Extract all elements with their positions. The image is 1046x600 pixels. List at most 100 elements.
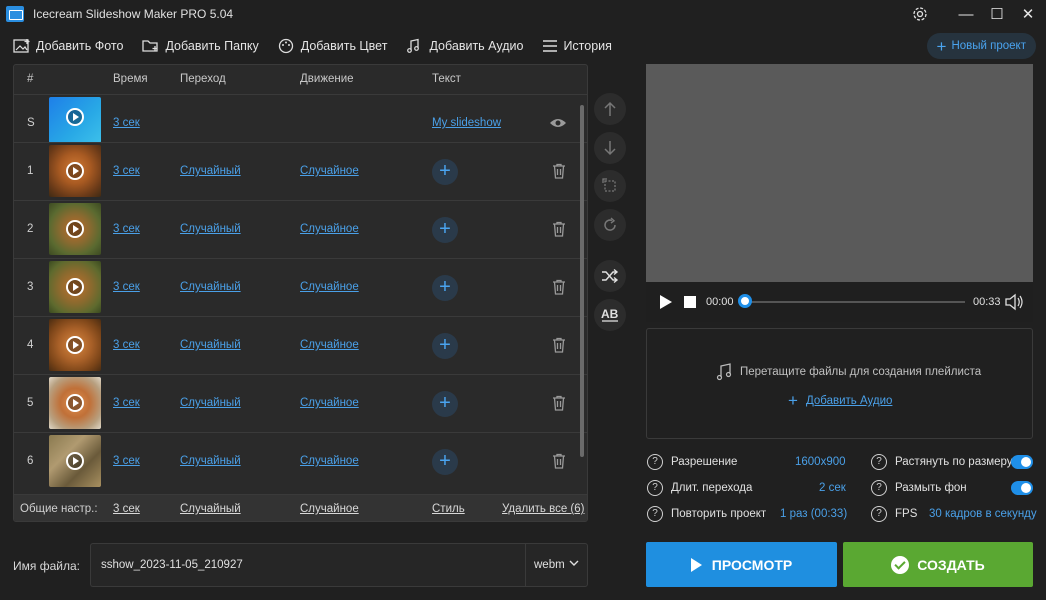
eye-icon[interactable]: [549, 117, 567, 129]
audio-dropzone[interactable]: Перетащите файлы для создания плейлиста …: [646, 328, 1033, 439]
motion-link[interactable]: Случайное: [300, 455, 359, 467]
photo-thumbnail[interactable]: [49, 435, 101, 487]
photo-thumbnail[interactable]: [49, 319, 101, 371]
common-transition-link[interactable]: Случайный: [180, 503, 241, 515]
volume-icon[interactable]: [1004, 293, 1024, 311]
blur-background-toggle[interactable]: [1011, 481, 1033, 495]
transition-duration-value[interactable]: 2 сек: [819, 482, 846, 494]
table-row[interactable]: 6 3 сек Случайный Случайное +: [14, 432, 587, 490]
help-icon[interactable]: ?: [647, 480, 663, 496]
move-down-button[interactable]: [594, 132, 626, 164]
preview-button[interactable]: ПРОСМОТР: [646, 542, 837, 587]
add-folder-button[interactable]: Добавить Папку: [136, 31, 264, 61]
add-audio-link[interactable]: + Добавить Аудио: [788, 391, 892, 411]
spell-check-button[interactable]: AB: [594, 299, 626, 331]
common-motion-link[interactable]: Случайное: [300, 503, 359, 515]
filename-input[interactable]: sshow_2023-11-05_210927: [90, 543, 526, 587]
help-icon[interactable]: ?: [871, 480, 887, 496]
play-icon: [66, 452, 84, 470]
shuffle-icon: [602, 268, 619, 284]
time-link[interactable]: 3 сек: [113, 165, 140, 177]
maximize-icon: ☐: [990, 6, 1004, 23]
transition-link[interactable]: Случайный: [180, 397, 241, 409]
motion-link[interactable]: Случайное: [300, 397, 359, 409]
dropzone-hint: Перетащите файлы для создания плейлиста: [740, 366, 982, 378]
add-photo-button[interactable]: Добавить Фото: [7, 31, 129, 61]
gear-icon[interactable]: [907, 2, 933, 26]
resolution-value[interactable]: 1600x900: [795, 456, 846, 468]
photo-thumbnail[interactable]: [49, 261, 101, 313]
help-icon[interactable]: ?: [647, 454, 663, 470]
add-text-button[interactable]: +: [432, 449, 458, 475]
delete-all-link[interactable]: Удалить все (6): [502, 503, 584, 515]
trash-icon[interactable]: [552, 453, 566, 469]
transition-link[interactable]: Случайный: [180, 455, 241, 467]
photo-thumbnail[interactable]: [49, 203, 101, 255]
create-button[interactable]: СОЗДАТЬ: [843, 542, 1033, 587]
minimize-button[interactable]: —: [953, 2, 979, 26]
crop-button[interactable]: [594, 170, 626, 202]
history-button[interactable]: История: [536, 31, 617, 61]
format-select[interactable]: webm: [525, 543, 588, 587]
add-text-button[interactable]: +: [432, 333, 458, 359]
motion-link[interactable]: Случайное: [300, 339, 359, 351]
trash-icon[interactable]: [552, 163, 566, 179]
table-row[interactable]: 2 3 сек Случайный Случайное +: [14, 200, 587, 258]
style-link[interactable]: Стиль: [432, 503, 465, 515]
filename-label: Имя файла:: [13, 559, 80, 573]
fps-value[interactable]: 30 кадров в секунду: [929, 508, 1037, 520]
motion-link[interactable]: Случайное: [300, 165, 359, 177]
photo-thumbnail[interactable]: [49, 145, 101, 197]
add-text-button[interactable]: +: [432, 159, 458, 185]
motion-link[interactable]: Случайное: [300, 281, 359, 293]
photo-thumbnail[interactable]: [49, 377, 101, 429]
transition-link[interactable]: Случайный: [180, 223, 241, 235]
time-link[interactable]: 3 сек: [113, 397, 140, 409]
help-icon[interactable]: ?: [647, 506, 663, 522]
stop-icon[interactable]: [684, 296, 696, 308]
table-scrollbar[interactable]: [580, 105, 584, 457]
trash-icon[interactable]: [552, 337, 566, 353]
time-link[interactable]: 3 сек: [113, 117, 140, 129]
help-icon[interactable]: ?: [871, 506, 887, 522]
trash-icon[interactable]: [552, 395, 566, 411]
stretch-toggle[interactable]: [1011, 455, 1033, 469]
add-audio-button[interactable]: Добавить Аудио: [400, 31, 529, 61]
add-folder-label: Добавить Папку: [165, 39, 259, 53]
transition-link[interactable]: Случайный: [180, 281, 241, 293]
play-icon[interactable]: [660, 295, 672, 309]
music-note-icon: [716, 363, 732, 381]
add-text-button[interactable]: +: [432, 391, 458, 417]
slides-table: # Время Переход Движение Текст S 3 сек M…: [13, 64, 588, 522]
repeat-value[interactable]: 1 раз (00:33): [780, 508, 847, 520]
table-row[interactable]: 4 3 сек Случайный Случайное +: [14, 316, 587, 374]
trash-icon[interactable]: [552, 221, 566, 237]
add-text-button[interactable]: +: [432, 217, 458, 243]
new-project-button[interactable]: + Новый проект: [926, 33, 1036, 59]
seek-knob[interactable]: [738, 294, 752, 308]
rotate-button[interactable]: [594, 209, 626, 241]
table-row[interactable]: 5 3 сек Случайный Случайное +: [14, 374, 587, 432]
slide-text-link[interactable]: My slideshow: [432, 117, 501, 129]
move-up-button[interactable]: [594, 93, 626, 125]
transition-link[interactable]: Случайный: [180, 339, 241, 351]
close-button[interactable]: ✕: [1015, 2, 1041, 26]
add-text-button[interactable]: +: [432, 275, 458, 301]
repeat-setting: ? Повторить проект 1 раз (00:33): [647, 506, 847, 524]
time-link[interactable]: 3 сек: [113, 339, 140, 351]
motion-link[interactable]: Случайное: [300, 223, 359, 235]
title-slide-thumbnail[interactable]: [49, 97, 101, 143]
shuffle-button[interactable]: [594, 260, 626, 292]
transition-link[interactable]: Случайный: [180, 165, 241, 177]
add-color-button[interactable]: Добавить Цвет: [272, 31, 394, 61]
table-row[interactable]: 1 3 сек Случайный Случайное +: [14, 142, 587, 200]
common-time-link[interactable]: 3 сек: [113, 503, 140, 515]
table-row[interactable]: 3 3 сек Случайный Случайное +: [14, 258, 587, 316]
time-link[interactable]: 3 сек: [113, 281, 140, 293]
help-icon[interactable]: ?: [871, 454, 887, 470]
time-link[interactable]: 3 сек: [113, 455, 140, 467]
maximize-button[interactable]: ☐: [984, 2, 1010, 26]
time-link[interactable]: 3 сек: [113, 223, 140, 235]
trash-icon[interactable]: [552, 279, 566, 295]
seek-track[interactable]: [745, 301, 965, 303]
